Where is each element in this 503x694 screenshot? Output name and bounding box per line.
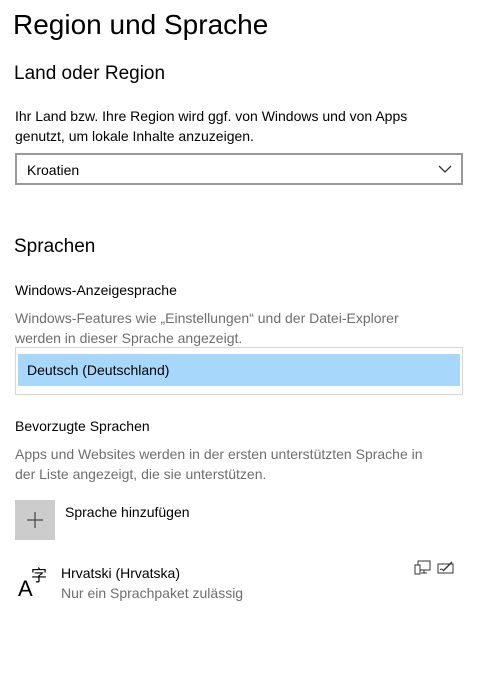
display-language-feature-icon xyxy=(414,560,431,575)
languages-heading: Sprachen xyxy=(14,236,96,257)
region-and-language-page: Region und Sprache Land oder Region Ihr … xyxy=(0,0,503,694)
svg-text:字: 字 xyxy=(31,566,47,585)
add-language-label[interactable]: Sprache hinzufügen xyxy=(65,502,190,522)
chevron-down-icon xyxy=(438,165,452,173)
language-icon: A 字 xyxy=(18,566,47,599)
handwriting-feature-icon xyxy=(437,561,454,574)
preferred-languages-heading: Bevorzugte Sprachen xyxy=(15,418,150,434)
display-language-selected-item[interactable]: Deutsch (Deutschland) xyxy=(18,354,460,386)
preferred-language-item[interactable]: A 字 Hrvatski (Hrvatska) Nur ein Sprachpa… xyxy=(0,555,470,607)
plus-icon xyxy=(27,512,43,528)
region-description-line1: Ihr Land bzw. Ihre Region wird ggf. von … xyxy=(15,108,408,124)
preferred-languages-description-line1: Apps und Websites werden in der ersten u… xyxy=(15,446,423,462)
region-description-line2: genutzt, um lokale Inhalte anzuzeigen. xyxy=(15,128,254,144)
preferred-language-name: Hrvatski (Hrvatska) xyxy=(61,565,181,581)
country-region-value: Kroatien xyxy=(27,162,80,178)
display-language-heading: Windows-Anzeigesprache xyxy=(15,282,177,298)
display-language-description-line1: Windows-Features wie „Einstellungen“ und… xyxy=(15,310,399,326)
display-language-description-line2: werden in dieser Sprache angezeigt. xyxy=(15,330,243,346)
add-language-button[interactable] xyxy=(15,500,55,540)
page-title: Region und Sprache xyxy=(13,9,269,40)
country-region-dropdown[interactable]: Kroatien xyxy=(15,153,463,185)
preferred-languages-description-line2: der Liste angezeigt, die sie unterstütze… xyxy=(15,466,267,482)
display-language-list[interactable]: Deutsch (Deutschland) xyxy=(15,347,463,395)
region-heading: Land oder Region xyxy=(14,63,166,84)
preferred-language-status: Nur ein Sprachpaket zulässig xyxy=(61,585,244,601)
display-language-value: Deutsch (Deutschland) xyxy=(27,362,170,378)
